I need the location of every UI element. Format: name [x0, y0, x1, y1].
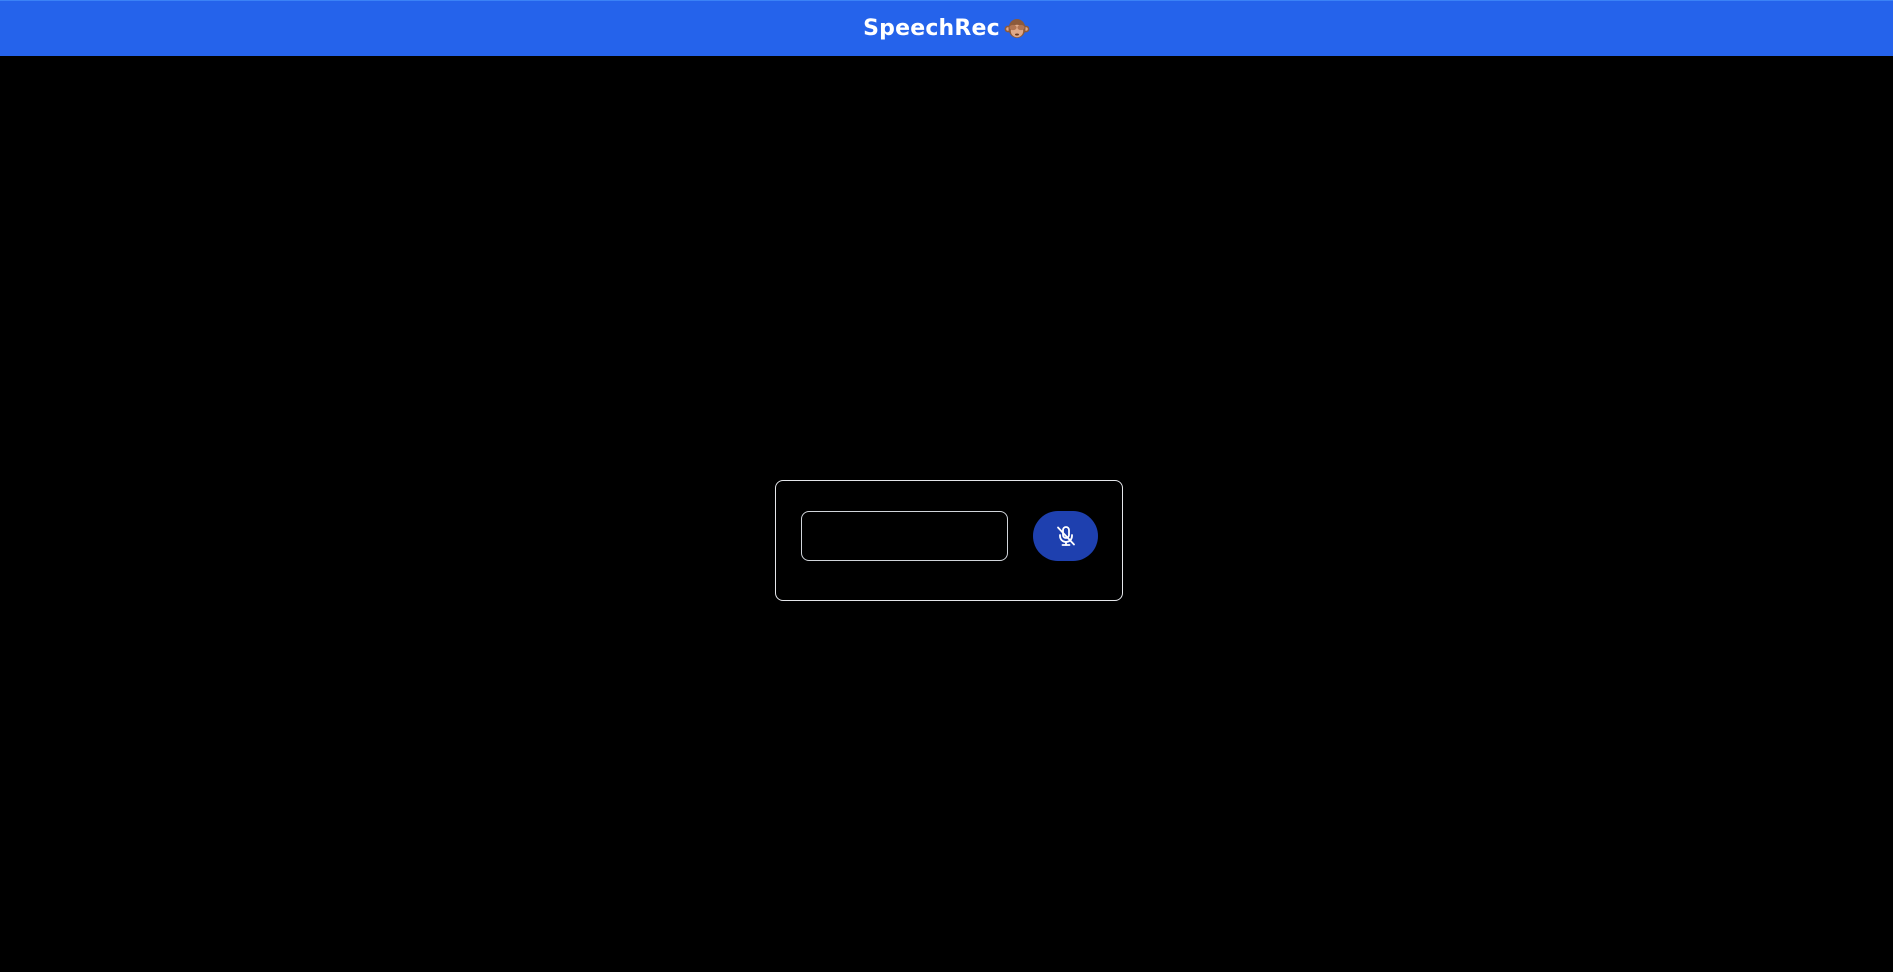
app-brand: SpeechRec: [863, 16, 1030, 42]
transcript-input[interactable]: [801, 511, 1008, 561]
mic-toggle-button[interactable]: [1033, 511, 1098, 561]
speech-panel: [775, 480, 1123, 601]
monkey-icon: [1004, 16, 1030, 42]
app-title: SpeechRec: [863, 16, 1000, 41]
mic-off-icon: [1056, 526, 1075, 546]
top-app-bar: SpeechRec: [0, 0, 1893, 56]
